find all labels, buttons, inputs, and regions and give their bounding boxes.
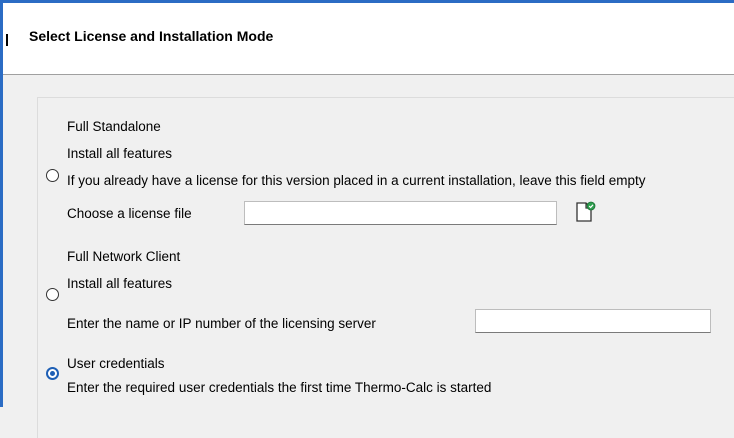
- full-standalone-hint: If you already have a license for this v…: [67, 173, 646, 188]
- full-standalone-title: Full Standalone: [67, 119, 161, 134]
- full-standalone-subtitle: Install all features: [67, 146, 173, 161]
- license-file-field[interactable]: [244, 201, 557, 225]
- license-server-field[interactable]: [475, 309, 711, 333]
- open-file-icon[interactable]: [574, 201, 596, 223]
- page-title: Select License and Installation Mode: [29, 28, 274, 44]
- license-options-panel: Full Standalone Install all features If …: [3, 75, 734, 438]
- header-marker: [6, 34, 8, 46]
- user-credentials-title: User credentials: [67, 356, 165, 371]
- full-standalone-radio[interactable]: [46, 169, 59, 182]
- network-client-title: Full Network Client: [67, 249, 181, 264]
- network-client-radio[interactable]: [46, 288, 59, 301]
- license-server-label: Enter the name or IP number of the licen…: [67, 316, 376, 331]
- network-client-subtitle: Install all features: [67, 276, 173, 291]
- user-credentials-description: Enter the required user credentials the …: [67, 380, 492, 395]
- radio-selected-dot: [50, 371, 55, 376]
- window-top-border: [3, 0, 734, 3]
- license-file-label: Choose a license file: [67, 206, 192, 221]
- license-installation-window: Select License and Installation Mode Ful…: [0, 0, 734, 438]
- user-credentials-radio[interactable]: [46, 367, 59, 380]
- page-header: Select License and Installation Mode: [3, 0, 734, 74]
